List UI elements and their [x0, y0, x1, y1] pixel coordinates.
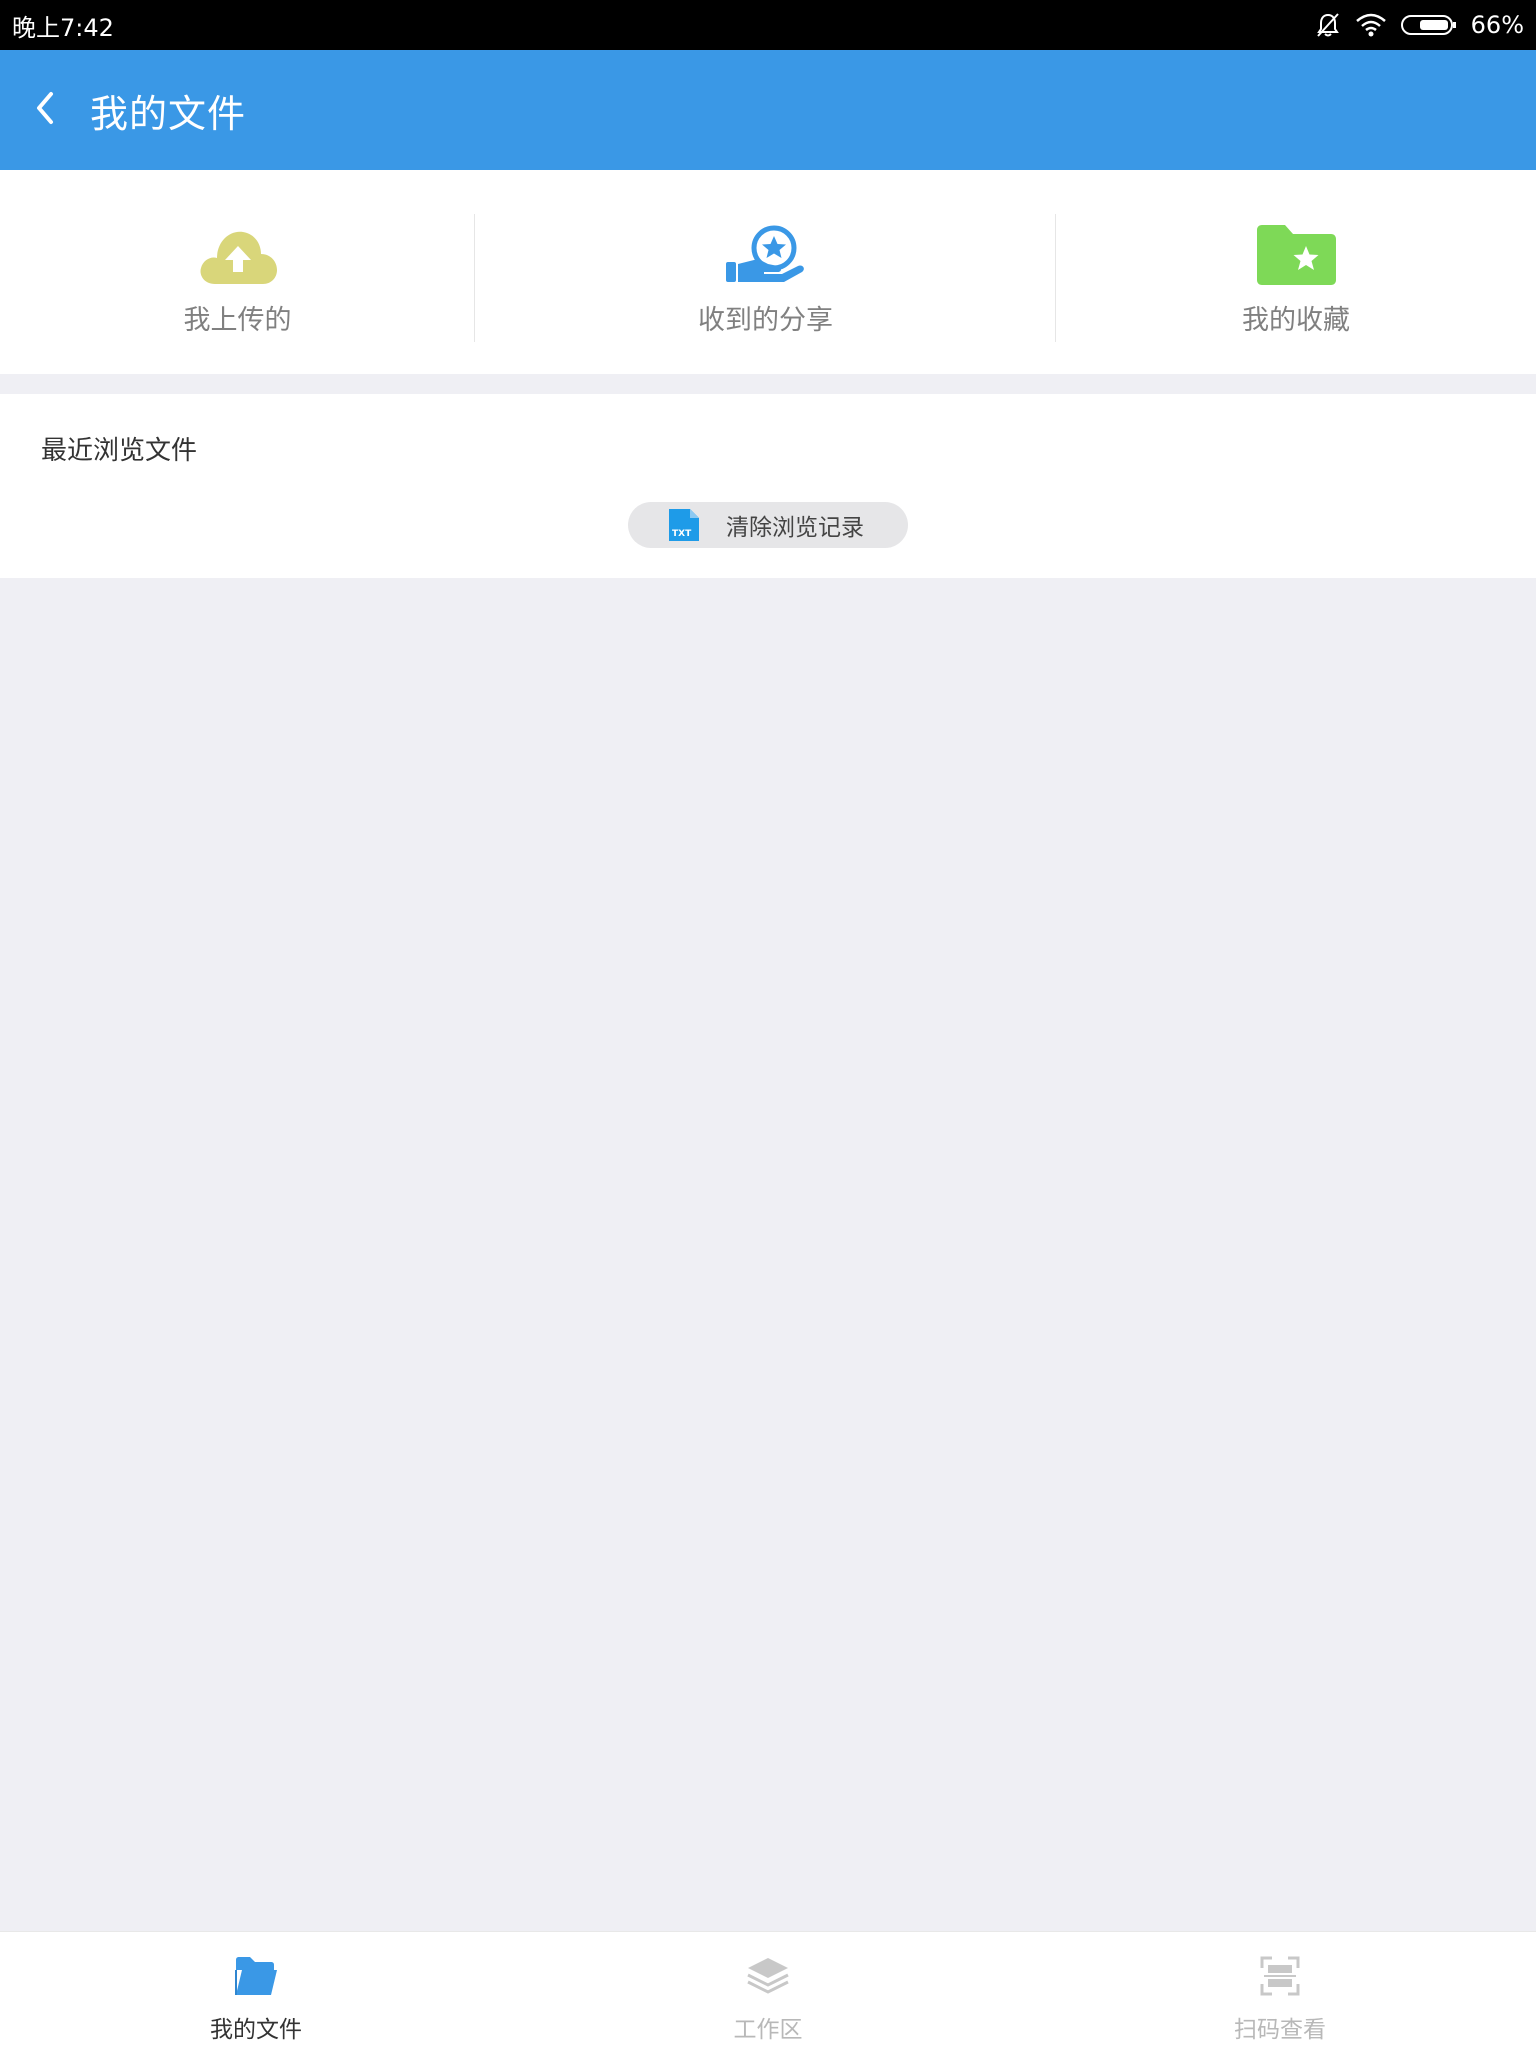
status-icons: 66% [1315, 11, 1524, 39]
svg-text:TXT: TXT [672, 529, 692, 539]
nav-label: 我的文件 [210, 2017, 302, 2043]
favorites-button[interactable]: 我的收藏 [1056, 170, 1536, 374]
folder-star-icon [1255, 208, 1337, 286]
cloud-upload-icon [197, 208, 279, 286]
nav-label: 工作区 [733, 2017, 803, 2043]
received-shares-label: 收到的分享 [698, 304, 833, 336]
chevron-left-icon [33, 90, 57, 130]
page-title: 我的文件 [90, 91, 247, 136]
clear-history-button[interactable]: TXT 清除浏览记录 [628, 502, 908, 548]
nav-workspace[interactable]: 工作区 [512, 1932, 1024, 2048]
layers-icon [746, 1952, 790, 2000]
uploaded-button[interactable]: 我上传的 [0, 170, 475, 374]
hand-star-icon [724, 208, 808, 286]
received-shares-button[interactable]: 收到的分享 [475, 170, 1056, 374]
quick-actions: 我上传的 收到的分享 我的收藏 [0, 170, 1536, 374]
nav-label: 扫码查看 [1234, 2017, 1326, 2043]
recent-files-section: 最近浏览文件 TXT 清除浏览记录 [0, 394, 1536, 578]
status-bar: 晚上7:42 66% [0, 0, 1536, 50]
bottom-nav: 我的文件 工作区 扫码查看 [0, 1931, 1536, 2048]
uploaded-label: 我上传的 [183, 304, 292, 336]
folder-icon [234, 1952, 278, 2000]
battery-percent: 66% [1470, 11, 1524, 39]
wifi-icon [1355, 13, 1387, 37]
status-time: 晚上7:42 [12, 13, 114, 42]
nav-my-files[interactable]: 我的文件 [0, 1932, 512, 2048]
clear-history-label: 清除浏览记录 [726, 515, 864, 541]
scan-icon [1260, 1952, 1300, 2000]
back-button[interactable] [0, 50, 90, 170]
bell-muted-icon [1315, 12, 1341, 38]
app-bar: 我的文件 [0, 50, 1536, 170]
page: 晚上7:42 66% 我的文件 我上传的 收到的分享 我的收藏 最近浏览文件 T… [0, 0, 1536, 2048]
battery-icon [1400, 14, 1457, 36]
section-title: 最近浏览文件 [41, 436, 198, 466]
txt-file-icon: TXT [668, 508, 700, 542]
nav-scan[interactable]: 扫码查看 [1024, 1932, 1536, 2048]
favorites-label: 我的收藏 [1242, 304, 1350, 336]
